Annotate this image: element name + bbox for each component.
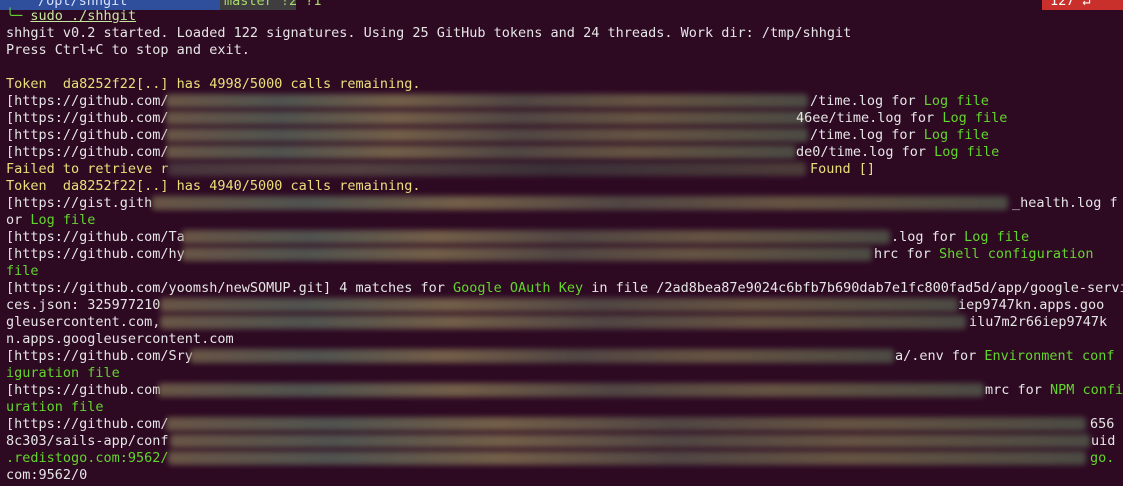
- match-file: /time.log for: [810, 93, 924, 109]
- signature-wrap: iguration file: [6, 365, 120, 381]
- match-values: 8c303/sails-app/conf: [6, 433, 169, 449]
- repo-url: [https://github.com/: [6, 416, 169, 432]
- result-line: [https://github.com/: [6, 110, 169, 127]
- repo-url: [https://github.com/Ta: [6, 229, 185, 245]
- result-line: [https://github.com/yoomsh/newSOMUP.git]…: [6, 280, 1123, 297]
- result-wrap: or Log file: [6, 212, 95, 229]
- match-file: .log for: [891, 229, 965, 245]
- git-branch-segment: master !2 ?1: [220, 0, 322, 10]
- match-values: .redistogo.com:9562/: [6, 450, 169, 466]
- signature-name: NPM config: [1050, 382, 1123, 398]
- match-file: /time.log for: [810, 127, 924, 143]
- exit-status-badge: 127 ↵: [1042, 0, 1123, 10]
- match-file: de0/time.log for: [796, 144, 935, 160]
- signature-name: Log file: [923, 127, 989, 143]
- result-tail: /time.log for Log file: [810, 93, 989, 110]
- result-tail: de0/time.log for Log file: [796, 144, 999, 161]
- result-line: [https://github.com/hy: [6, 246, 185, 263]
- result-line: [https://github.com: [6, 382, 160, 399]
- signature-name: Google OAuth Key: [453, 280, 584, 296]
- signature-wrap: uration file: [6, 399, 104, 415]
- match-file: hrc for: [874, 246, 940, 262]
- result-line: [https://github.com/: [6, 416, 169, 433]
- match-values: gleusercontent.com,: [6, 314, 169, 330]
- terminal-window[interactable]: /opt/shhgit master !2 ?1 127 ↵ ╰─ sudo .…: [0, 0, 1123, 486]
- result-tail: hrc for Shell configuration: [874, 246, 1093, 263]
- token-status-line: Token da8252f22[..] has 4940/5000 calls …: [6, 178, 421, 194]
- signature-name: Log file: [942, 110, 1008, 126]
- prompt-bar: /opt/shhgit master !2 ?1 127 ↵: [0, 0, 1123, 12]
- match-values-tail: go.: [1090, 450, 1115, 466]
- match-values-tail: uid: [1091, 433, 1116, 449]
- result-tail: 46ee/time.log for Log file: [796, 110, 1007, 127]
- match-file: a/.env for: [895, 348, 985, 364]
- match-file: in file /2ad8bea87e9024c6bfb7b690dab7e1f…: [583, 280, 1123, 296]
- repo-url: [https://github.com/: [6, 93, 169, 109]
- for-text: or: [6, 212, 31, 228]
- repo-url: [https://github.com/Sry: [6, 348, 193, 364]
- signature-wrap: file: [6, 263, 39, 279]
- match-values: com:9562/0: [6, 467, 88, 483]
- result-line: [https://github.com/: [6, 144, 169, 161]
- signature-name: Log file: [934, 144, 1000, 160]
- match-values: n.apps.googleusercontent.com: [6, 331, 234, 347]
- match-values-tail: ilu7m2r66iep9747k: [969, 314, 1108, 330]
- token-status-line: Token da8252f22[..] has 4998/5000 calls …: [6, 76, 421, 92]
- match-file: mrc for: [985, 382, 1051, 398]
- startup-message: shhgit v0.2 started. Loaded 122 signatur…: [6, 25, 852, 41]
- repo-url: [https://github.com/hy: [6, 246, 185, 262]
- repo-url: [https://github.com/: [6, 127, 169, 143]
- result-line: [https://github.com/: [6, 127, 169, 144]
- result-tail: 656: [1090, 416, 1115, 432]
- prompt-arrow: ╰─: [6, 8, 23, 24]
- result-tail: .log for Log file: [891, 229, 1029, 246]
- result-line: [https://github.com/: [6, 93, 169, 110]
- result-line: [https://github.com/Ta: [6, 229, 185, 246]
- error-line: Failed to retrieve r: [6, 161, 169, 177]
- gist-url: [https://gist.gith: [6, 195, 153, 211]
- signature-name: Log file: [964, 229, 1030, 245]
- repo-url: [https://github.com/yoomsh/newSOMUP.git]…: [6, 280, 454, 296]
- exit-hint: Press Ctrl+C to stop and exit.: [6, 42, 250, 58]
- signature-name: Log file: [30, 212, 96, 228]
- result-tail: /time.log for Log file: [810, 127, 989, 144]
- error-tail: Found []: [810, 161, 876, 177]
- repo-url: [https://github.com: [6, 382, 161, 398]
- command-text: sudo ./shhgit: [30, 8, 137, 24]
- repo-url: [https://github.com/: [6, 144, 169, 160]
- match-values-tail: iep9747kn.apps.goo: [958, 297, 1105, 313]
- signature-name: Environment conf: [984, 348, 1115, 364]
- repo-url: [https://github.com/: [6, 110, 169, 126]
- match-file: 46ee/time.log for: [796, 110, 943, 126]
- command-line: ╰─ sudo ./shhgit: [6, 8, 136, 25]
- signature-name: Log file: [923, 93, 989, 109]
- result-line: [https://gist.gith: [6, 195, 152, 212]
- result-tail: _health.log f: [1012, 195, 1118, 211]
- signature-name: Shell configuration: [939, 246, 1094, 262]
- match-values: ces.json: 325977210: [6, 297, 161, 313]
- result-line: [https://github.com/Sry: [6, 348, 193, 365]
- result-tail: mrc for NPM config: [985, 382, 1123, 399]
- result-tail: a/.env for Environment conf: [895, 348, 1114, 365]
